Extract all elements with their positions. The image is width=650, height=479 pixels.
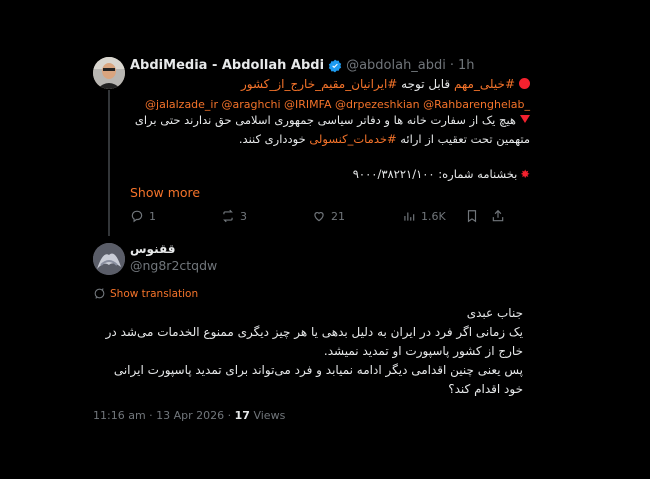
mentions-list[interactable]: @jalalzade_ir @araghchi @IRIMFA @drpezes… (145, 98, 530, 111)
views-button[interactable]: 1.6K (402, 209, 446, 223)
like-button[interactable]: 21 (312, 209, 345, 223)
verified-badge-icon (328, 59, 342, 73)
parent-line-4-text: متهمین تحت تعقیب از ارائه (396, 132, 530, 146)
circular-number: بخشنامه شماره: ۹۰۰۰/۳۸۲۲۱/۱۰۰ (352, 167, 518, 181)
parent-display-name[interactable]: AbdiMedia - Abdollah Abdi (130, 58, 324, 73)
reply-avatar[interactable] (93, 243, 125, 275)
hashtag-iranians-abroad[interactable]: #ایرانیان_مقیم_خارج_از_کشور (241, 77, 397, 91)
parent-line-3: هیچ یک از سفارت خانه ها و دفاتر سیاسی جم… (130, 113, 530, 127)
reply-line: یک زمانی اگر فرد در ایران به دلیل بدهی ی… (105, 325, 523, 339)
repost-icon (223, 209, 233, 223)
hashtag-important[interactable]: #خیلی_مهم (454, 77, 515, 91)
parent-line-4: متهمین تحت تعقیب از ارائه #خدمات_کنسولی … (130, 132, 530, 146)
parent-line-3-text: هیچ یک از سفارت خانه ها و دفاتر سیاسی جم… (134, 113, 516, 127)
red-triangle-emoji (520, 115, 530, 123)
reply-handle[interactable]: @ng8r2ctqdw (130, 258, 217, 273)
parent-avatar[interactable] (93, 57, 125, 89)
parent-line-1: #خیلی_مهم قابل توجه #ایرانیان_مقیم_خارج_… (130, 77, 530, 91)
reply-meta: 11:16 am · 13 Apr 2026 · 17 Views (93, 409, 285, 422)
reply-line: پس یعنی چنین اقدامی دیگر ادامه نمیابد و … (113, 363, 523, 377)
parent-header: AbdiMedia - Abdollah Abdi @abdolah_abdi … (130, 58, 475, 73)
show-more-link[interactable]: Show more (130, 185, 200, 200)
parent-time[interactable]: 1h (458, 58, 475, 73)
bookmark-button[interactable] (465, 209, 479, 223)
parent-line-4-end: خودداری کنند. (238, 132, 310, 146)
parent-mentions: @jalalzade_ir @araghchi @IRIMFA @drpezes… (130, 98, 530, 111)
hashtag-consular-services[interactable]: #خدمات_کنسولی (309, 132, 396, 146)
share-icon (492, 209, 504, 222)
views-count: 1.6K (421, 209, 446, 223)
collision-emoji: ✸ (520, 167, 530, 181)
views-icon (404, 212, 415, 221)
reply-button[interactable]: 1 (130, 209, 156, 223)
parent-action-bar: 1 3 21 1.6K (130, 209, 505, 225)
like-count: 21 (331, 209, 345, 223)
reply-line: جناب عبدی (466, 306, 523, 320)
reply-display-name[interactable]: ققنوس (130, 242, 175, 256)
separator-dot: · (449, 58, 455, 73)
show-translation-label: Show translation (110, 287, 199, 300)
repost-count: 3 (240, 209, 247, 223)
reply-views-count: 17 (234, 409, 250, 422)
parent-handle[interactable]: @abdolah_abdi (346, 58, 446, 73)
red-circle-emoji (519, 78, 530, 89)
reply-line: خود اقدام کند؟ (448, 382, 523, 396)
show-translation-button[interactable]: Show translation (93, 287, 198, 300)
reply-body: جناب عبدی یک زمانی اگر فرد در ایران به د… (93, 304, 523, 399)
translate-icon (94, 288, 105, 299)
parent-circular: ✸بخشنامه شماره: ۹۰۰۰/۳۸۲۲۱/۱۰۰ (130, 167, 530, 181)
reply-icon (131, 210, 143, 223)
share-button[interactable] (491, 209, 505, 223)
thread-connector (108, 90, 110, 236)
bookmark-icon (467, 210, 477, 223)
parent-line-1-text: قابل توجه (397, 77, 454, 91)
reply-timestamp[interactable]: 11:16 am · 13 Apr 2026 · (93, 409, 235, 422)
like-icon (314, 212, 324, 222)
reply-views-label: Views (249, 409, 286, 422)
repost-button[interactable]: 3 (221, 209, 247, 223)
reply-line: خارج از کشور پاسپورت او تمدید نمیشد. (323, 344, 523, 358)
reply-count: 1 (149, 209, 156, 223)
